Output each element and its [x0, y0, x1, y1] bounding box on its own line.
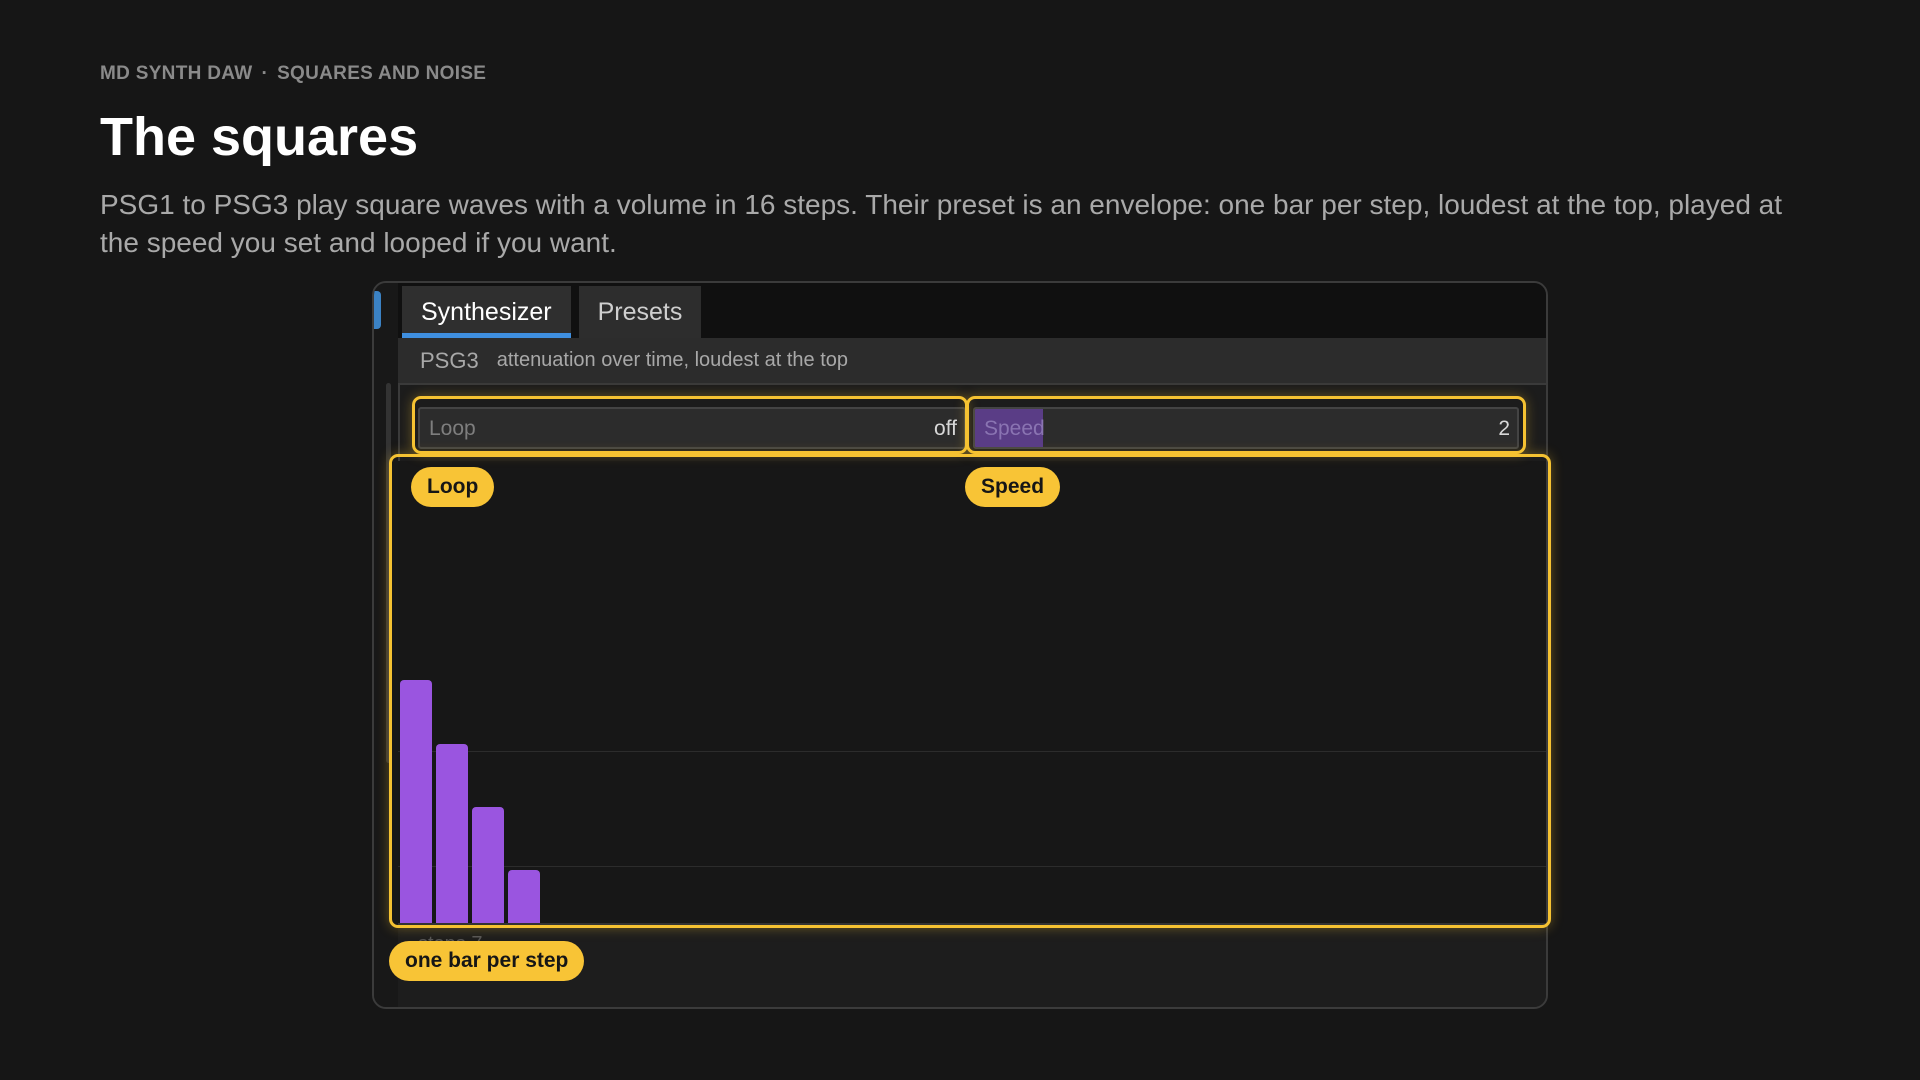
envelope-editor[interactable] [398, 461, 1546, 997]
left-strip [374, 283, 400, 1007]
loop-field[interactable]: Loop off [418, 407, 966, 449]
channel-name: PSG3 [420, 347, 479, 373]
callout-bars: one bar per step [389, 941, 585, 981]
callout-loop: Loop [411, 467, 495, 507]
channel-hint: attenuation over time, loudest at the to… [496, 349, 849, 371]
callout-speed: Speed [965, 467, 1061, 507]
loop-value: off [934, 417, 957, 440]
tab-bar: Synthesizer Presets [398, 283, 1546, 338]
page-title: The squares [100, 107, 419, 167]
synth-panel: Synthesizer Presets PSG3 attenuation ove… [372, 281, 1548, 1009]
breadcrumb-separator: · [261, 63, 269, 84]
breadcrumb-section: SQUARES AND NOISE [277, 63, 487, 84]
channel-header: PSG3 attenuation over time, loudest at t… [398, 338, 1546, 385]
page-description: PSG1 to PSG3 play square waves with a vo… [100, 189, 1783, 258]
loop-label: Loop [429, 417, 476, 440]
speed-slider[interactable]: Speed 2 [973, 407, 1519, 449]
speed-label: Speed [984, 417, 1045, 440]
tab-synthesizer[interactable]: Synthesizer [402, 286, 571, 338]
breadcrumb: MD SYNTH DAW · SQUARES AND NOISE [100, 63, 486, 85]
side-tab-handle[interactable] [374, 291, 381, 329]
breadcrumb-app: MD SYNTH DAW [100, 63, 253, 84]
gridline [398, 751, 1546, 752]
speed-value: 2 [1498, 417, 1510, 440]
gridline [398, 866, 1546, 867]
tab-presets[interactable]: Presets [578, 286, 702, 338]
left-scrollbar[interactable] [386, 383, 391, 763]
